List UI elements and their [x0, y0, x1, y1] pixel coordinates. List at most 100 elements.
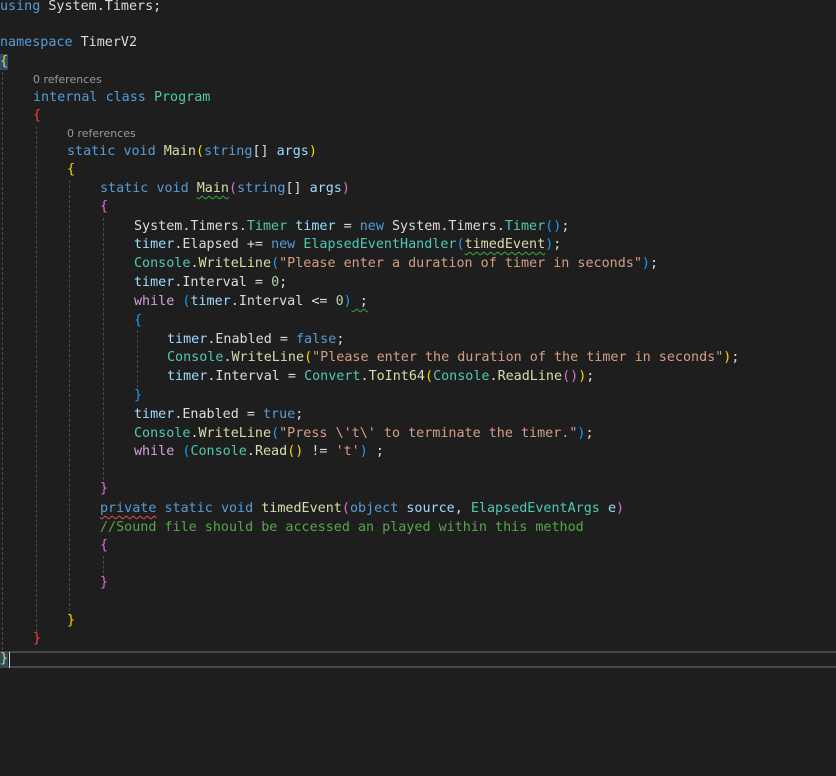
type-name: Timer — [246, 219, 288, 234]
code-line-brace[interactable]: { — [100, 537, 108, 555]
code-line-namespace[interactable]: namespace TimerV2 — [0, 34, 137, 52]
dot: . — [190, 256, 199, 271]
code-line-brace[interactable]: } — [100, 480, 108, 498]
keyword: new — [271, 237, 296, 252]
code-line-comment[interactable]: //Sound file should be accessed an playe… — [100, 519, 584, 537]
keyword: object — [349, 501, 399, 516]
method-name: Main — [163, 144, 196, 159]
code-line-writeline[interactable]: Console.WriteLine("Please enter the dura… — [167, 349, 739, 367]
paren: ) — [308, 144, 317, 159]
variable: timer — [134, 407, 175, 422]
brace: } — [100, 575, 109, 590]
variable: timer — [134, 275, 175, 290]
property: Enabled — [215, 332, 272, 347]
current-line-highlight — [0, 651, 836, 668]
keyword: static — [100, 181, 149, 196]
type-name: Timer — [504, 219, 546, 234]
property: Interval — [215, 369, 280, 384]
method-name: ReadLine — [497, 369, 563, 384]
paren: () — [545, 219, 562, 234]
code-line-writeline[interactable]: Console.WriteLine("Press \'t\' to termin… — [134, 425, 594, 443]
code-line-interval-readline[interactable]: timer.Interval = Convert.ToInt64(Console… — [167, 368, 594, 386]
operator: = — [246, 275, 272, 290]
code-line-brace[interactable]: } — [33, 630, 41, 648]
type-name: Console — [134, 426, 191, 441]
brace: } — [67, 613, 76, 628]
operator: != — [303, 444, 336, 459]
code-line-brace[interactable]: { — [67, 161, 75, 179]
keyword: string — [237, 181, 286, 196]
brace: } — [33, 631, 42, 646]
brace: { — [100, 538, 109, 553]
property: Interval — [238, 294, 304, 309]
code-line-brace[interactable]: } — [0, 650, 8, 668]
indent-guide-while — [137, 330, 138, 388]
comment: //Sound file should be accessed an playe… — [100, 520, 584, 535]
code-line-enabled-true[interactable]: timer.Enabled = true; — [134, 406, 303, 424]
type-name: ElapsedEventHandler — [303, 237, 457, 252]
operator: = — [271, 332, 296, 347]
code-text: [] — [285, 181, 302, 196]
semicolon: ; — [586, 369, 595, 384]
code-line-while-read[interactable]: while (Console.Read() != 't') ; — [134, 443, 384, 461]
method-name: ToInt64 — [368, 369, 425, 384]
code-line-brace[interactable]: { — [0, 53, 8, 71]
paren: ) — [641, 256, 650, 271]
dot: . — [489, 369, 498, 384]
code-line-elapsed[interactable]: timer.Elapsed += new ElapsedEventHandler… — [134, 236, 561, 254]
operator: = — [238, 407, 263, 422]
paren: ( — [174, 294, 191, 309]
brace: } — [100, 481, 109, 496]
codelens-references[interactable]: 0 references — [33, 73, 102, 87]
type-name: Convert — [304, 369, 361, 384]
namespace: System.Timers. — [134, 219, 247, 234]
number-literal: 0 — [271, 275, 280, 290]
operator: = — [335, 219, 360, 234]
code-line-brace[interactable]: { — [100, 198, 108, 216]
keyword: false — [296, 332, 337, 347]
code-line-brace[interactable]: } — [100, 574, 108, 592]
keyword: void — [123, 144, 156, 159]
brace: } — [134, 388, 143, 403]
code-line-class[interactable]: internal class Program — [33, 89, 210, 107]
code-line-writeline[interactable]: Console.WriteLine("Please enter a durati… — [134, 255, 658, 273]
semicolon: ; — [295, 407, 304, 422]
parameter: source — [406, 501, 455, 516]
code-line-using[interactable]: using System.Timers; — [0, 0, 161, 16]
brace: } — [0, 651, 9, 666]
semicolon: ; — [351, 294, 368, 309]
string-literal: "Please enter the duration of the timer … — [312, 350, 724, 365]
semicolon: ; — [649, 256, 659, 271]
indent-guide-namespace — [2, 72, 3, 650]
code-line-brace[interactable]: } — [134, 387, 142, 405]
codelens-references[interactable]: 0 references — [67, 127, 136, 141]
code-line-brace[interactable]: { — [134, 312, 142, 330]
keyword: using — [0, 0, 41, 14]
code-line-while[interactable]: while (timer.Interval <= 0) ; — [134, 293, 368, 311]
code-line-inner-main-decl[interactable]: static void Main(string[] args) — [100, 180, 350, 198]
variable: timer — [190, 294, 231, 309]
code-line-timedevent-decl[interactable]: private static void timedEvent(object so… — [100, 500, 624, 518]
code-line-timer-new[interactable]: System.Timers.Timer timer = new System.T… — [134, 218, 569, 236]
code-line-enabled-false[interactable]: timer.Enabled = false; — [167, 331, 344, 349]
namespace-name: TimerV2 — [72, 35, 138, 50]
semicolon: ; — [279, 275, 288, 290]
code-line-brace[interactable]: { — [33, 107, 41, 125]
brace: { — [67, 162, 76, 177]
type-name: Console — [167, 350, 224, 365]
variable: timer — [134, 237, 175, 252]
keyword: while — [134, 294, 175, 309]
semicolon: ; — [731, 350, 740, 365]
semicolon: ; — [367, 444, 384, 459]
code-line-interval[interactable]: timer.Interval = 0; — [134, 274, 287, 292]
code-editor[interactable]: using System.Timers; namespace TimerV2 {… — [0, 0, 836, 776]
code-line-main-decl[interactable]: static void Main(string[] args) — [67, 143, 317, 161]
code-line-brace[interactable]: } — [67, 612, 75, 630]
parameter: e — [607, 501, 616, 516]
dot: . — [190, 426, 199, 441]
keyword: namespace — [0, 35, 73, 50]
paren: () — [562, 369, 579, 384]
paren: ( — [425, 369, 434, 384]
variable: timer — [295, 219, 336, 234]
property: Interval — [182, 275, 247, 290]
